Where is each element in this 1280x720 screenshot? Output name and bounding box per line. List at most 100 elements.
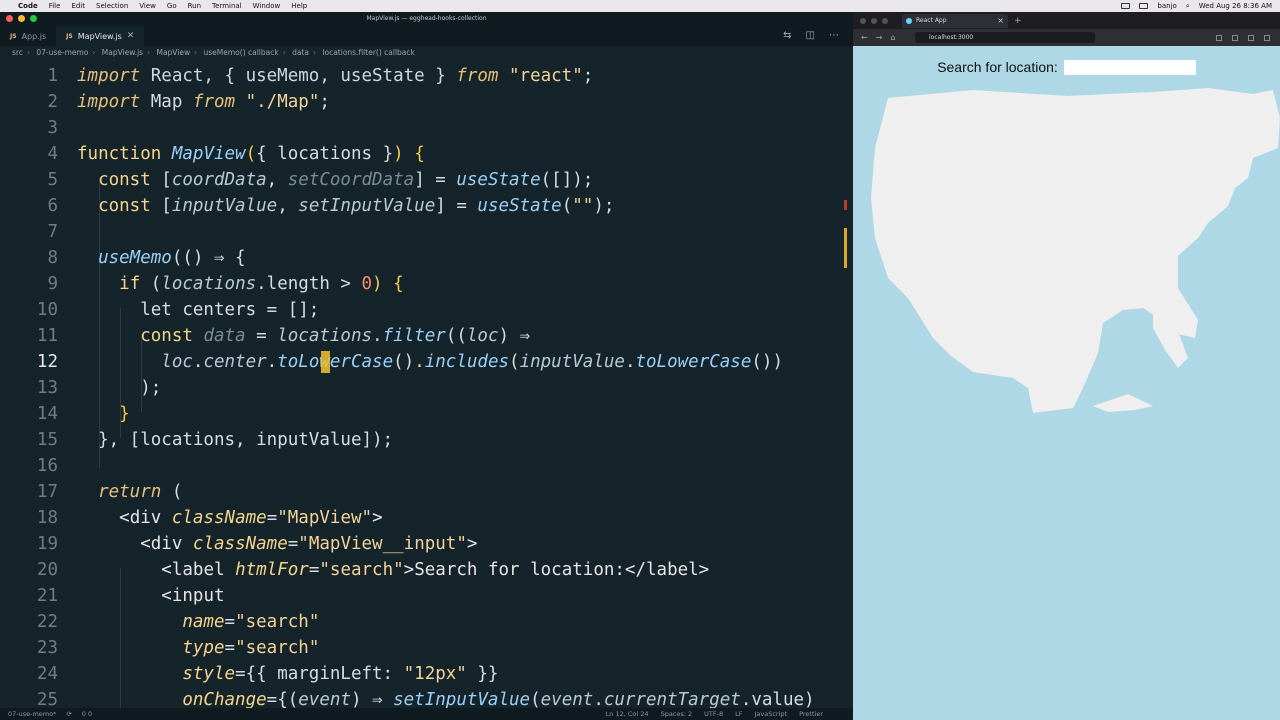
menu-terminal[interactable]: Terminal [212,2,242,10]
menu-view[interactable]: View [139,2,156,10]
breadcrumb-item[interactable]: data [292,48,309,57]
code-line-16: 16 [36,456,58,476]
more-actions-icon[interactable]: ⋯ [829,30,839,41]
scrollbar-markers[interactable] [844,200,847,270]
land-mass [871,88,1280,413]
close-window-button[interactable] [860,17,866,24]
menubar-user[interactable]: banjo [1157,2,1176,10]
git-branch[interactable]: 07-use-memo* [8,710,56,718]
menu-selection[interactable]: Selection [96,2,128,10]
breadcrumb-item[interactable]: MapView.js [102,48,143,57]
page-viewport: Search for location: [853,46,1280,720]
code-line-4: 4 function MapView({ locations }) { [47,144,425,164]
editor-tabbar: JS App.js JS MapView.js ✕ ⇆ ◫ ⋯ [0,26,853,46]
zoom-window-button[interactable] [882,17,888,24]
formatter[interactable]: Prettier [799,710,823,718]
menu-window[interactable]: Window [253,2,281,10]
js-file-icon: JS [10,32,17,40]
code-line-19: 19 <div className="MapView__input"> [36,534,478,554]
tab-label: App.js [21,31,47,41]
search-icon[interactable]: ⌕ [1186,2,1190,11]
close-tab-icon[interactable]: ✕ [127,31,135,41]
code-line-18: 18 <div className="MapView"> [36,508,383,528]
code-line-10: 10 let centers = []; [36,300,320,320]
wifi-icon[interactable] [1139,3,1149,9]
menu-edit[interactable]: Edit [71,2,85,10]
home-icon[interactable]: ⌂ [890,33,895,42]
compare-icon[interactable]: ⇆ [783,30,791,41]
encoding[interactable]: UTF-8 [704,710,723,718]
breadcrumb-item[interactable]: MapView [156,48,190,57]
search-row: Search for location: [853,59,1280,75]
menu-help[interactable]: Help [291,2,307,10]
code-line-15: 15 }, [locations, inputValue]); [36,430,394,450]
search-input[interactable] [1063,59,1196,75]
zoom-window-button[interactable] [30,15,37,22]
close-window-button[interactable] [6,15,13,22]
code-line-9: 9 if (locations.length > 0) { [47,274,404,294]
indentation[interactable]: Spaces: 2 [661,710,693,718]
code-line-12: 12 loc.center.toLowerCase().includes(inp… [36,352,783,372]
menu-code[interactable]: Code [18,2,38,10]
macos-menubar: Code File Edit Selection View Go Run Ter… [0,0,1280,12]
code-line-20: 20 <label htmlFor="search">Search for lo… [36,560,710,580]
minimize-window-button[interactable] [871,17,877,24]
line-ending[interactable]: LF [735,710,742,718]
vscode-titlebar: MapView.js — egghead-hooks-collection [0,12,853,26]
code-line-24: 24 style={{ marginLeft: "12px" }} [36,664,499,684]
forward-icon[interactable]: → [876,33,883,42]
back-icon[interactable]: ← [861,33,868,42]
close-tab-icon[interactable]: × [997,16,1004,25]
extension-icon[interactable] [1216,34,1222,41]
code-line-23: 23 type="search" [36,638,320,658]
code-line-6: 6 const [inputValue, setInputValue] = us… [47,196,615,216]
code-line-7: 7 [47,222,58,242]
text-cursor [321,351,330,373]
code-line-21: 21 <input [36,586,225,606]
extension-icon[interactable] [1248,34,1254,41]
url-text: localhost:3000 [929,34,974,41]
tab-label: MapView.js [77,31,122,41]
menubar-clock[interactable]: Wed Aug 26 8:36 AM [1199,2,1272,10]
menu-icon[interactable] [1264,34,1270,41]
breadcrumb-item[interactable]: 07-use-memo [36,48,88,57]
new-tab-icon[interactable]: + [1014,16,1022,26]
cursor-position[interactable]: Ln 12, Col 24 [606,710,649,718]
battery-icon[interactable] [1121,3,1131,9]
breadcrumb: src › 07-use-memo › MapView.js › MapView › u… [0,46,853,60]
breadcrumb-item[interactable]: useMemo() callback [204,48,279,57]
menu-go[interactable]: Go [167,2,177,10]
code-editor[interactable]: 1 import React, { useMemo, useState } fro… [0,60,853,710]
split-editor-icon[interactable]: ◫ [806,30,815,41]
browser-tab[interactable]: React App × [902,13,1008,28]
language-mode[interactable]: JavaScript [754,710,787,718]
cuba [1093,394,1153,412]
breadcrumb-item[interactable]: locations.filter() callback [322,48,414,57]
browser-tabbar: React App × + [853,12,1280,29]
minimize-window-button[interactable] [18,15,25,22]
browser-tab-title: React App [916,17,947,24]
search-label: Search for location: [937,59,1058,75]
browser-toolbar: ← → ⌂ localhost:3000 [853,29,1280,46]
code-line-14: 14 } [36,404,130,424]
window-title: MapView.js — egghead-hooks-collection [366,15,487,22]
sync-icon[interactable]: ⟳ [66,710,71,718]
code-line-2: 2 import Map from "./Map"; [47,92,330,112]
breadcrumb-item[interactable]: src [12,48,23,57]
code-line-5: 5 const [coordData, setCoordData] = useS… [47,170,594,190]
menu-run[interactable]: Run [188,2,201,10]
code-line-8: 8 useMemo(() ⇒ { [47,248,246,268]
code-line-22: 22 name="search" [36,612,320,632]
extension-icon[interactable] [1232,34,1238,41]
menu-file[interactable]: File [49,2,61,10]
react-icon [906,17,912,24]
code-line-11: 11 const data = locations.filter((loc) ⇒ [36,326,531,346]
tab-mapview-js[interactable]: JS MapView.js ✕ [56,26,145,46]
tab-app-js[interactable]: JS App.js [0,26,56,46]
js-file-icon: JS [66,32,73,40]
code-line-3: 3 [47,118,58,138]
code-line-1: 1 import React, { useMemo, useState } fro… [47,66,594,86]
problems-count[interactable]: 0 0 [82,710,92,718]
url-bar[interactable]: localhost:3000 [915,32,1095,43]
north-america-map [871,88,1280,413]
